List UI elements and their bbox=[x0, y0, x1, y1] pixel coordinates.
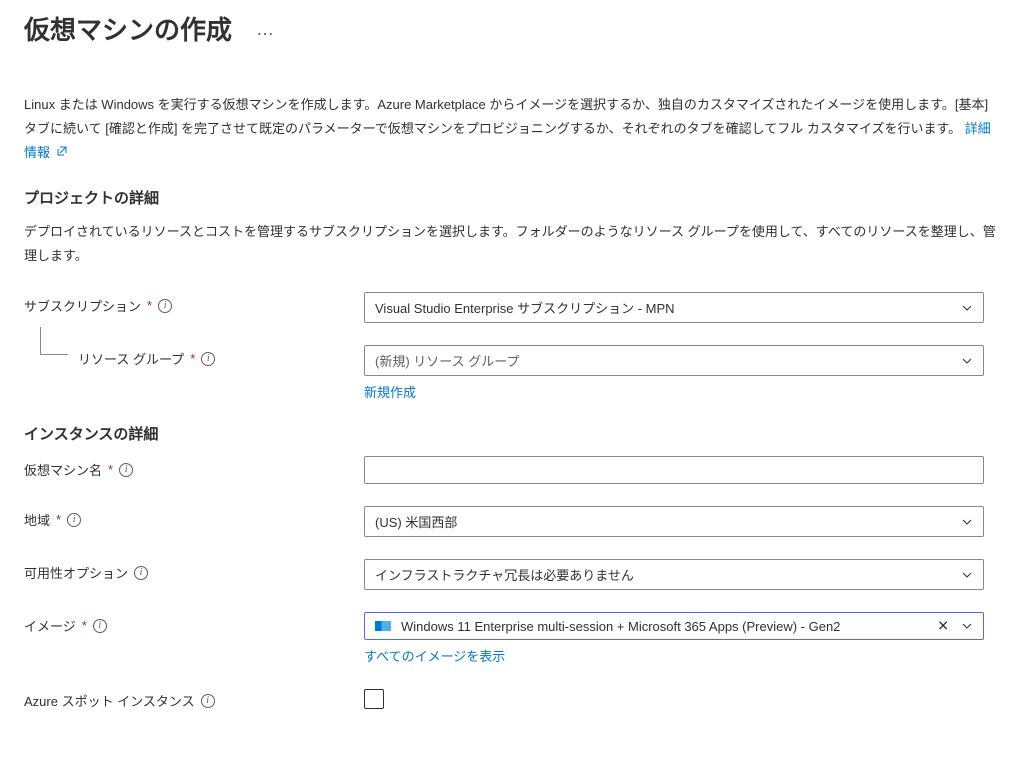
info-icon[interactable]: i bbox=[134, 566, 148, 580]
resource-group-label: リソース グループ bbox=[78, 349, 184, 368]
image-value: Windows 11 Enterprise multi-session + Mi… bbox=[401, 619, 840, 634]
section-heading-project: プロジェクトの詳細 bbox=[24, 187, 1000, 208]
required-mark: * bbox=[190, 351, 195, 366]
info-icon[interactable]: i bbox=[93, 619, 107, 633]
chevron-down-icon bbox=[961, 302, 973, 314]
external-link-icon bbox=[52, 145, 68, 160]
info-icon[interactable]: i bbox=[119, 463, 133, 477]
clear-image-button[interactable]: ✕ bbox=[937, 618, 949, 635]
info-icon[interactable]: i bbox=[201, 352, 215, 366]
info-icon[interactable]: i bbox=[67, 513, 81, 527]
info-icon[interactable]: i bbox=[201, 694, 215, 708]
availability-label: 可用性オプション bbox=[24, 563, 128, 582]
region-select[interactable]: (US) 米国西部 bbox=[364, 506, 984, 537]
resource-group-select[interactable]: (新規) リソース グループ bbox=[364, 345, 984, 376]
availability-select[interactable]: インフラストラクチャ冗長は必要ありません bbox=[364, 559, 984, 590]
availability-value: インフラストラクチャ冗長は必要ありません bbox=[375, 565, 634, 584]
resource-group-placeholder: (新規) リソース グループ bbox=[375, 351, 519, 370]
info-icon[interactable]: i bbox=[158, 299, 172, 313]
image-label: イメージ bbox=[24, 616, 76, 635]
intro-paragraph: Linux または Windows を実行する仮想マシンを作成します。Azure… bbox=[24, 93, 1000, 165]
required-mark: * bbox=[147, 298, 152, 313]
new-resource-group-link[interactable]: 新規作成 bbox=[364, 385, 416, 400]
required-mark: * bbox=[108, 462, 113, 477]
spot-instance-checkbox[interactable] bbox=[364, 689, 384, 709]
required-mark: * bbox=[82, 618, 87, 633]
page-title: 仮想マシンの作成 bbox=[24, 0, 232, 65]
image-select[interactable]: Windows 11 Enterprise multi-session + Mi… bbox=[364, 612, 984, 640]
more-menu-button[interactable]: … bbox=[256, 19, 275, 46]
subscription-label: サブスクリプション bbox=[24, 296, 141, 315]
vm-name-label: 仮想マシン名 bbox=[24, 460, 102, 479]
windows-image-icon bbox=[375, 621, 391, 631]
indent-line bbox=[40, 327, 68, 355]
section-desc-project: デプロイされているリソースとコストを管理するサブスクリプションを選択します。フォ… bbox=[24, 220, 1000, 268]
subscription-select[interactable]: Visual Studio Enterprise サブスクリプション - MPN bbox=[364, 292, 984, 323]
section-heading-instance: インスタンスの詳細 bbox=[24, 423, 1000, 444]
region-value: (US) 米国西部 bbox=[375, 512, 457, 531]
all-images-link[interactable]: すべてのイメージを表示 bbox=[364, 649, 505, 664]
intro-text: Linux または Windows を実行する仮想マシンを作成します。Azure… bbox=[24, 97, 988, 136]
chevron-down-icon bbox=[961, 516, 973, 528]
required-mark: * bbox=[56, 512, 61, 527]
vm-name-input[interactable] bbox=[364, 456, 984, 484]
spot-instance-label: Azure スポット インスタンス bbox=[24, 691, 195, 710]
chevron-down-icon bbox=[961, 569, 973, 581]
subscription-value: Visual Studio Enterprise サブスクリプション - MPN bbox=[375, 298, 675, 317]
chevron-down-icon bbox=[961, 355, 973, 367]
chevron-down-icon bbox=[961, 620, 973, 632]
region-label: 地域 bbox=[24, 510, 50, 529]
